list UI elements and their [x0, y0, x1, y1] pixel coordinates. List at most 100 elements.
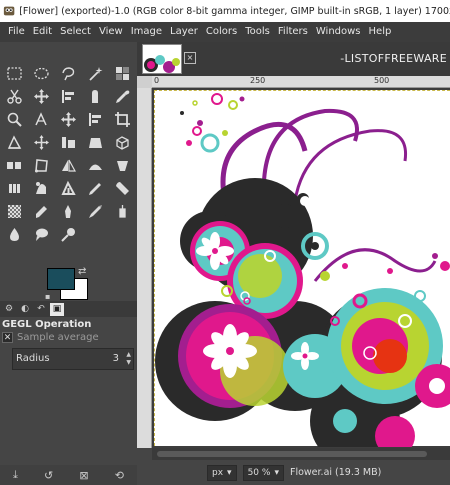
tool-grid — [1, 62, 135, 246]
scissors-select-icon[interactable] — [1, 85, 27, 108]
ruler-label-250: 250 — [250, 76, 266, 85]
delete-options-icon[interactable]: ⊠ — [79, 469, 88, 482]
spin-up-icon[interactable]: ▲ — [126, 351, 131, 358]
heal-icon[interactable] — [1, 223, 27, 246]
undo-history-tab[interactable]: ↶ — [34, 303, 48, 316]
dodge-burn-icon[interactable] — [109, 223, 135, 246]
menu-edit[interactable]: Edit — [29, 22, 56, 42]
toolbox: ⇄ ▪ — [0, 42, 137, 302]
gimp-app-icon — [3, 6, 15, 16]
menu-colors[interactable]: Colors — [202, 22, 241, 42]
radius-spinbox[interactable]: Radius 3 ▲ ▼ — [12, 348, 134, 370]
sample-average-row[interactable]: ✕ Sample average — [2, 332, 99, 343]
perspective-icon[interactable] — [82, 131, 108, 154]
tool-options-tab[interactable]: ⚙ — [2, 303, 16, 316]
sample-average-label: Sample average — [17, 332, 99, 343]
rect-select-icon[interactable] — [1, 62, 27, 85]
paintbrush-icon[interactable] — [109, 177, 135, 200]
unified-transform-icon[interactable] — [1, 154, 27, 177]
device-status-tab[interactable]: ◐ — [18, 303, 32, 316]
save-options-icon[interactable]: ⤓ — [13, 468, 18, 482]
foreground-color[interactable] — [47, 268, 75, 290]
warp-transform-icon[interactable] — [109, 154, 135, 177]
menu-view[interactable]: View — [95, 22, 127, 42]
zoom-dropdown-icon[interactable]: ▾ — [274, 468, 279, 478]
reset-options-icon[interactable]: ⟲ — [115, 469, 124, 482]
tool-options-bottom-bar: ⤓ ↺ ⊠ ⟲ — [0, 465, 137, 485]
menu-file[interactable]: File — [4, 22, 29, 42]
menu-select[interactable]: Select — [56, 22, 95, 42]
mypaint-brush-icon[interactable] — [82, 200, 108, 223]
ruler-label-0: 0 — [154, 76, 160, 85]
ink-icon[interactable] — [55, 200, 81, 223]
zoom-icon[interactable] — [1, 108, 27, 131]
rotate-icon[interactable] — [1, 131, 27, 154]
menu-windows[interactable]: Windows — [312, 22, 365, 42]
airbrush-icon[interactable] — [28, 200, 54, 223]
zoom-selector[interactable]: 50 % ▾ — [242, 464, 284, 481]
color-selector[interactable]: ⇄ ▪ — [44, 266, 92, 302]
scrollbar-thumb[interactable] — [157, 451, 427, 457]
menu-help[interactable]: Help — [365, 22, 396, 42]
flip-icon[interactable] — [55, 154, 81, 177]
reset-colors-icon[interactable]: ▪ — [45, 292, 50, 301]
gradient-icon[interactable] — [55, 177, 81, 200]
perspective-clone-icon[interactable] — [28, 223, 54, 246]
title-bar: [Flower] (exported)-1.0 (RGB color 8-bit… — [0, 0, 450, 22]
measure-icon[interactable] — [28, 108, 54, 131]
unit-dropdown-icon[interactable]: ▾ — [227, 468, 232, 478]
radius-label: Radius — [16, 353, 50, 364]
shear-icon[interactable] — [55, 131, 81, 154]
sample-average-checkbox[interactable]: ✕ — [2, 332, 13, 343]
vertical-ruler[interactable] — [137, 88, 152, 448]
spin-down-icon[interactable]: ▼ — [126, 359, 131, 366]
move-icon[interactable] — [28, 85, 54, 108]
crop-icon[interactable] — [109, 108, 135, 131]
unit-selector[interactable]: px ▾ — [207, 464, 237, 481]
status-bar: px ▾ 50 % ▾ Flower.ai (19.3 MB) — [137, 460, 450, 485]
ellipse-select-icon[interactable] — [28, 62, 54, 85]
fuzzy-select-icon[interactable] — [82, 62, 108, 85]
smudge-icon[interactable] — [82, 223, 108, 246]
blur-icon[interactable] — [55, 223, 81, 246]
color-picker-icon[interactable] — [109, 85, 135, 108]
horizontal-scrollbar[interactable] — [152, 448, 450, 460]
handle-transform-icon[interactable] — [28, 154, 54, 177]
scale-icon[interactable] — [28, 131, 54, 154]
3d-transform-icon[interactable] — [109, 131, 135, 154]
images-tab[interactable]: ▣ — [50, 302, 64, 316]
image-tab-bar: × -LISTOFFREEWARE — [137, 42, 450, 76]
menu-tools[interactable]: Tools — [241, 22, 274, 42]
move-tool-icon[interactable] — [55, 108, 81, 131]
unit-value: px — [212, 467, 224, 478]
tool-options-panel: GEGL Operation ✕ Sample average Radius 3… — [0, 317, 137, 465]
clone-icon[interactable] — [109, 200, 135, 223]
image-thumbnail[interactable] — [142, 44, 182, 74]
text-icon[interactable] — [1, 177, 27, 200]
menu-layer[interactable]: Layer — [166, 22, 202, 42]
menu-bar: File Edit Select View Image Layer Colors… — [0, 22, 450, 42]
image-canvas[interactable] — [154, 90, 450, 448]
bucket-fill-icon[interactable] — [28, 177, 54, 200]
cage-transform-icon[interactable] — [82, 154, 108, 177]
menu-image[interactable]: Image — [127, 22, 166, 42]
file-info: Flower.ai (19.3 MB) — [289, 467, 382, 478]
free-select-icon[interactable] — [55, 62, 81, 85]
ruler-label-500: 500 — [374, 76, 390, 85]
menu-filters[interactable]: Filters — [274, 22, 312, 42]
canvas-area[interactable] — [152, 88, 450, 448]
align-tool-icon[interactable] — [82, 108, 108, 131]
restore-options-icon[interactable]: ↺ — [44, 469, 53, 482]
horizontal-ruler[interactable]: 0 250 500 — [152, 76, 450, 88]
by-color-select-icon[interactable] — [109, 62, 135, 85]
pencil-icon[interactable] — [82, 177, 108, 200]
radius-value[interactable]: 3 — [113, 353, 119, 364]
zoom-value: 50 % — [247, 467, 271, 478]
eraser-icon[interactable] — [1, 200, 27, 223]
window-title: [Flower] (exported)-1.0 (RGB color 8-bit… — [19, 5, 450, 17]
swap-colors-icon[interactable]: ⇄ — [78, 266, 86, 277]
close-image-tab-icon[interactable]: × — [184, 52, 196, 64]
align-icon[interactable] — [55, 85, 81, 108]
ruler-corner[interactable] — [137, 76, 152, 88]
foreground-select-icon[interactable] — [82, 85, 108, 108]
